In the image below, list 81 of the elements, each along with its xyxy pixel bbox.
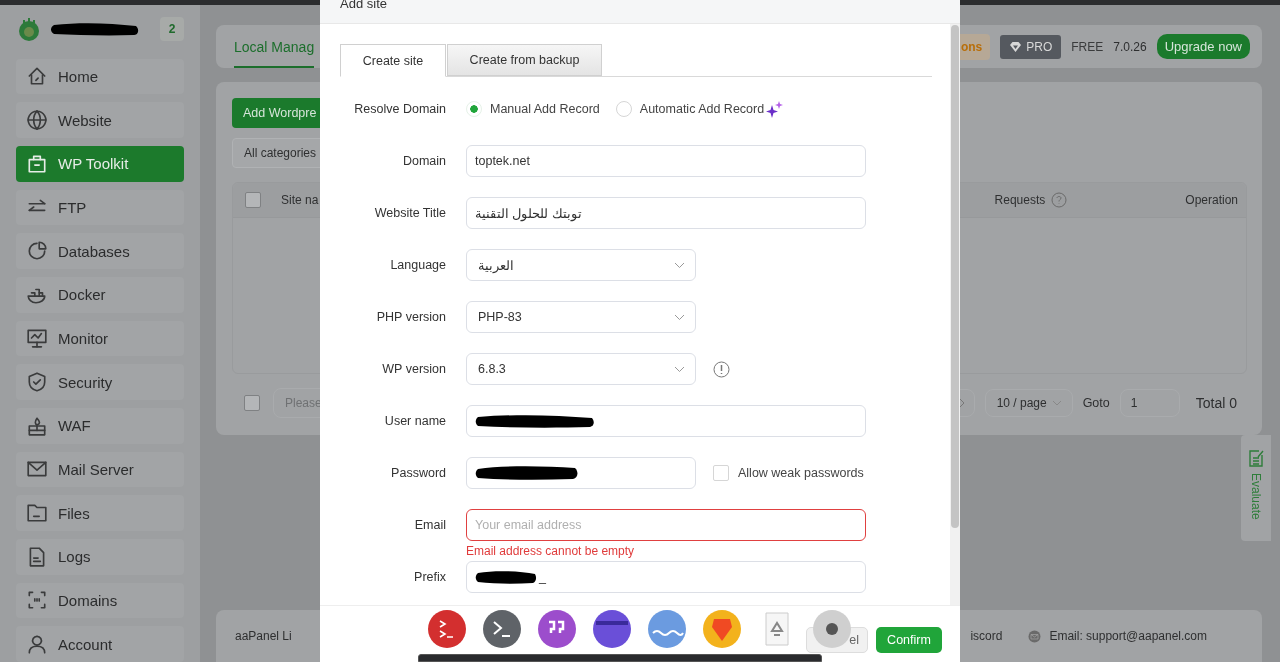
home-icon (26, 65, 48, 88)
confirm-button[interactable]: Confirm (876, 627, 942, 653)
total-count: Total 0 (1195, 395, 1237, 411)
radio-option[interactable]: Automatic Add Record (615, 101, 765, 117)
discord-link[interactable]: iscord (970, 629, 1003, 643)
sidebar-item[interactable]: Domains (16, 582, 184, 619)
weak-password-option[interactable]: Allow weak passwords (713, 465, 864, 481)
logo-icon (16, 15, 42, 42)
text-field[interactable]: _ (466, 561, 866, 593)
page-size-select[interactable]: 10 / page (984, 389, 1073, 417)
goto-label: Goto (1082, 396, 1110, 410)
field-label: Prefix (413, 569, 446, 586)
terminal-icon[interactable] (482, 609, 522, 649)
note-edit-icon (1248, 449, 1264, 467)
app-icon[interactable] (592, 609, 632, 649)
chevron-down-icon (674, 365, 685, 373)
checkbox[interactable] (245, 192, 261, 208)
sidebar-item[interactable]: Account (16, 626, 184, 662)
scrollbar-thumb[interactable] (951, 25, 959, 528)
footer-text: aaPanel Li (235, 629, 292, 643)
sidebar-item[interactable]: Security (16, 364, 184, 400)
terminal-icon[interactable] (427, 609, 467, 649)
page-input[interactable]: 1 (1119, 389, 1180, 417)
error-message: Email address cannot be empty (466, 543, 636, 560)
field-label: PHP version (375, 309, 446, 326)
field-label: User name (383, 413, 446, 430)
field-label: Password (390, 465, 446, 482)
sidebar-item[interactable]: Home (16, 58, 184, 95)
globe-icon (26, 109, 48, 132)
sparkle-icon (766, 100, 785, 118)
field-label: Language (389, 257, 446, 274)
checkbox[interactable] (244, 395, 260, 411)
chevron-down-icon (674, 261, 685, 269)
password-field[interactable] (466, 457, 696, 489)
water-icon[interactable] (647, 609, 687, 649)
column-header: Operation (1185, 193, 1238, 207)
field-label: Website Title (373, 205, 446, 222)
scan-icon (26, 589, 48, 612)
info-icon[interactable] (713, 360, 730, 378)
sidebar-item[interactable]: Databases (16, 233, 184, 269)
edition-label: FREE (1071, 39, 1104, 54)
pro-badge[interactable]: PRO (1000, 34, 1062, 59)
version-label: 7.0.26 (1113, 39, 1147, 54)
radio-option[interactable]: Manual Add Record (466, 101, 600, 117)
field-label: Domain (401, 153, 446, 170)
sidebar-item[interactable]: Mail Server (16, 451, 184, 488)
sidebar-item[interactable]: WAF (16, 407, 184, 444)
support-email-link[interactable]: Email: support@aapanel.com (1049, 629, 1207, 643)
sidebar-item[interactable]: Files (16, 495, 184, 531)
dialog-tab[interactable]: Create from backup (447, 44, 602, 76)
field-label: WP version (381, 361, 446, 378)
text-field[interactable]: توبتك للحلول التقنية (466, 197, 866, 229)
select-field[interactable]: 6.8.3 (466, 353, 696, 385)
select-field[interactable]: PHP-83 (466, 301, 696, 333)
dialog-tab[interactable]: Create site (340, 44, 446, 77)
monitor-icon (26, 327, 48, 350)
shield-icon (26, 371, 48, 394)
field-label: Email (413, 517, 446, 534)
notification-badge[interactable]: 2 (160, 16, 184, 41)
text-field[interactable]: toptek.net (466, 145, 866, 177)
sidebar-item[interactable]: Docker (16, 276, 184, 313)
radio-button[interactable] (615, 101, 632, 117)
evaluate-label: Evaluate (1249, 473, 1263, 520)
folder-icon (26, 502, 48, 525)
chevron-down-icon (1051, 400, 1062, 406)
briefcase-icon (26, 152, 48, 175)
sidebar-item[interactable]: Logs (16, 539, 184, 575)
sidebar-item[interactable]: Monitor (16, 320, 184, 357)
select-field[interactable]: العربية (466, 249, 696, 281)
sidebar-item[interactable]: Website (16, 102, 184, 138)
sidebar-item[interactable]: WP Toolkit (16, 145, 184, 182)
diamond-icon (1009, 40, 1023, 53)
upgrade-button[interactable]: Upgrade now (1156, 34, 1250, 59)
column-header: Site na (281, 193, 319, 207)
text-field[interactable] (466, 405, 866, 437)
column-header: Requests (994, 193, 1046, 207)
redaction-mark (475, 569, 537, 585)
user-icon (26, 633, 48, 656)
quote-icon[interactable] (537, 609, 577, 649)
chevron-down-icon (674, 313, 685, 321)
sidebar-item[interactable]: FTP (16, 189, 184, 226)
